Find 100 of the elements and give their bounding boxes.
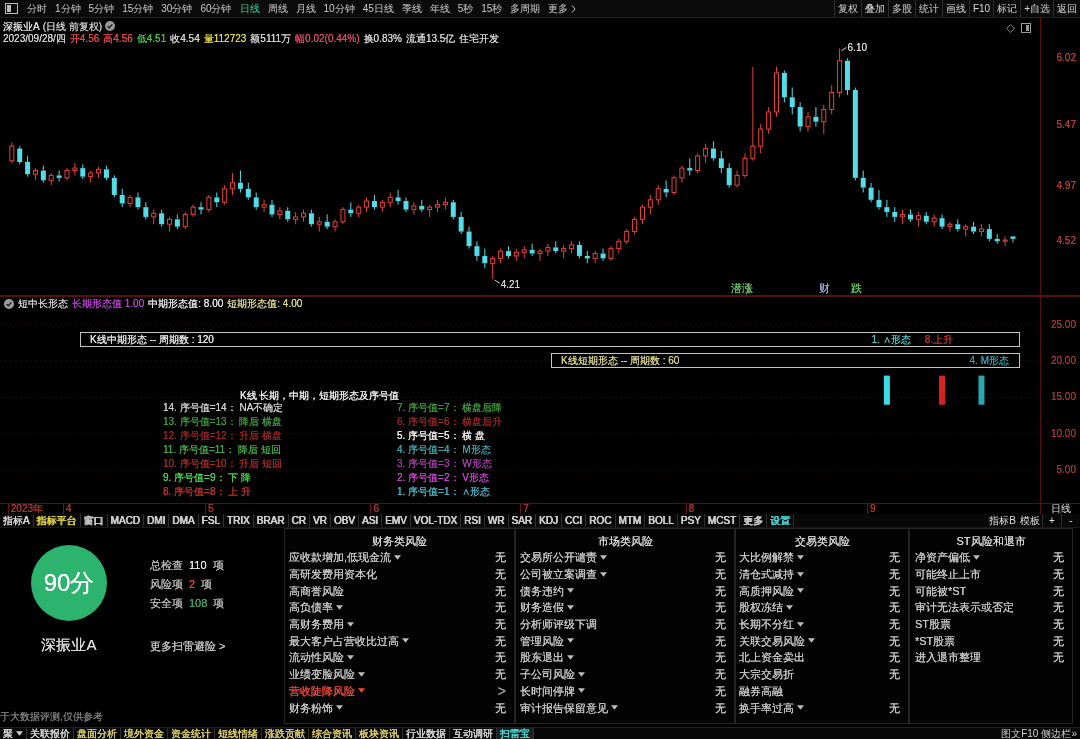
- side-link[interactable]: 侧边栏»: [1041, 728, 1077, 739]
- candlestick: [490, 255, 496, 280]
- bottom-tab[interactable]: 境外资金: [121, 728, 168, 739]
- period-tab[interactable]: 5分钟: [88, 3, 115, 14]
- period-tab[interactable]: 季线: [401, 3, 422, 14]
- risk-item[interactable]: 股权冻结: [739, 600, 783, 615]
- period-tab[interactable]: 多周期: [510, 3, 541, 14]
- check-circle-icon[interactable]: [4, 298, 14, 309]
- risk-item[interactable]: ST股票: [915, 617, 952, 632]
- candlestick: [269, 199, 275, 218]
- period-tab[interactable]: 10分钟: [323, 3, 355, 14]
- risk-item[interactable]: 可能终止上市: [915, 567, 981, 582]
- period-tab[interactable]: 30分钟: [161, 3, 193, 14]
- bottom-tab[interactable]: 综合资讯: [309, 728, 356, 739]
- risk-item[interactable]: 股东退出: [520, 650, 564, 665]
- period-tab[interactable]: 月线: [295, 3, 316, 14]
- axis-label: 10.00: [1050, 427, 1076, 440]
- risk-item[interactable]: 大比例解禁: [739, 550, 794, 565]
- panel-icon[interactable]: [1021, 23, 1031, 33]
- toolbar-button[interactable]: 画线: [941, 0, 969, 17]
- side-link[interactable]: 图文F10: [1001, 728, 1039, 739]
- bottom-tab[interactable]: 板块资讯: [356, 728, 403, 739]
- risk-item[interactable]: 审计报告保留意见: [520, 700, 608, 715]
- period-tab[interactable]: 15秒: [481, 3, 503, 14]
- risk-item[interactable]: *ST股票: [915, 633, 956, 648]
- risk-item[interactable]: 融券高融: [739, 683, 783, 698]
- bottom-tab[interactable]: 盘面分析: [74, 728, 121, 739]
- bottom-tab[interactable]: 涨跌贡献: [262, 728, 309, 739]
- toolbar-button[interactable]: 返回: [1053, 0, 1080, 17]
- risk-item[interactable]: 财务粉饰: [289, 700, 333, 715]
- period-tab[interactable]: 日线: [239, 3, 260, 14]
- legend-entry: 5. 序号值=5： 横 盘: [397, 429, 486, 443]
- window-icon[interactable]: [5, 3, 18, 14]
- event-tag[interactable]: 跌: [851, 282, 862, 294]
- diamond-icon[interactable]: [1006, 23, 1015, 33]
- risk-item[interactable]: 北上资金卖出: [739, 650, 805, 665]
- risk-item[interactable]: 关联交易风险: [739, 633, 805, 648]
- risk-item[interactable]: 进入退市整理: [915, 650, 981, 665]
- risk-result: 无: [1053, 633, 1064, 648]
- risk-item[interactable]: 长时间停牌: [520, 683, 575, 698]
- risk-item[interactable]: 高负债率: [289, 600, 333, 615]
- risk-item[interactable]: 审计无法表示或否定: [915, 600, 1014, 615]
- period-tab[interactable]: 60分钟: [200, 3, 232, 14]
- risk-item[interactable]: 最大客户占营收比过高: [289, 633, 399, 648]
- period-tab[interactable]: 15分钟: [122, 3, 154, 14]
- period-tab[interactable]: 周线: [267, 3, 288, 14]
- risk-item[interactable]: 换手率过高: [739, 700, 794, 715]
- bottom-tab[interactable]: 扫雷宝: [497, 728, 534, 739]
- bottom-tab[interactable]: 行业数据: [403, 728, 450, 739]
- period-tab[interactable]: 年线: [429, 3, 450, 14]
- risk-item[interactable]: 高质押风险: [739, 583, 794, 598]
- candlestick: [994, 233, 1000, 245]
- candlestick: [695, 152, 701, 174]
- risk-item[interactable]: 可能被*ST: [915, 583, 967, 598]
- risk-item[interactable]: 业绩变脸风险: [289, 667, 355, 682]
- risk-item[interactable]: 高商誉风险: [289, 583, 344, 598]
- risk-item[interactable]: 分析师评级下调: [520, 617, 597, 632]
- risk-result: 无: [889, 583, 900, 598]
- more-link[interactable]: 更多扫雷避险 >: [150, 639, 226, 653]
- risk-item[interactable]: 财务造假: [520, 600, 564, 615]
- risk-item[interactable]: 高研发费用资本化: [289, 567, 377, 582]
- risk-item[interactable]: 清仓式减持: [739, 567, 794, 582]
- event-tag[interactable]: 财: [819, 282, 830, 294]
- bottom-tab[interactable]: 短线情绪: [215, 728, 262, 739]
- bottom-tab[interactable]: 关联报价: [27, 728, 74, 739]
- risk-item[interactable]: 债务违约: [520, 583, 564, 598]
- indicator-tab[interactable]: 指标B: [987, 514, 1018, 527]
- risk-item[interactable]: 高财务费用: [289, 617, 344, 632]
- toolbar-button[interactable]: 叠加: [860, 0, 888, 17]
- risk-item[interactable]: 公司被立案调查: [520, 567, 597, 582]
- toolbar-button[interactable]: +自选: [1020, 0, 1053, 17]
- indicator-tab[interactable]: 模板: [1018, 514, 1042, 527]
- bottom-tab[interactable]: 资金统计: [168, 728, 215, 739]
- toolbar-button[interactable]: F10: [968, 0, 994, 17]
- risk-item[interactable]: 大宗交易折: [739, 667, 794, 682]
- candlestick: [135, 192, 141, 211]
- bottom-tab[interactable]: 聚: [0, 728, 27, 739]
- stat-value: 108: [189, 596, 208, 612]
- toolbar-button[interactable]: 复权: [833, 0, 861, 17]
- period-tab[interactable]: 5秒: [457, 3, 474, 14]
- check-circle-icon[interactable]: [105, 21, 116, 31]
- indicator-reading: 长期形态值 1.00: [72, 298, 145, 309]
- toolbar-button[interactable]: 标记: [993, 0, 1021, 17]
- risk-item[interactable]: 应收款增加,低现金流: [289, 550, 392, 565]
- more-button[interactable]: 更多: [548, 3, 577, 14]
- risk-item[interactable]: 长期不分红: [739, 617, 794, 632]
- period-tab[interactable]: 1分钟: [55, 3, 81, 14]
- risk-item[interactable]: 流动性风险: [289, 650, 344, 665]
- candlestick: [419, 199, 425, 213]
- risk-item[interactable]: 净资产偏低: [915, 550, 970, 565]
- risk-item[interactable]: 营收陡降风险: [289, 683, 355, 698]
- risk-item[interactable]: 交易所公开谴责: [520, 550, 597, 565]
- toolbar-button[interactable]: 统计: [914, 0, 942, 17]
- toolbar-button[interactable]: 多股: [887, 0, 915, 17]
- candlestick: [387, 192, 393, 208]
- risk-item[interactable]: 子公司风险: [520, 667, 575, 682]
- period-tab[interactable]: 分时: [27, 3, 47, 14]
- event-tag[interactable]: 潜涨: [731, 282, 753, 294]
- period-tab[interactable]: 45日线: [362, 3, 394, 14]
- risk-item[interactable]: 管理风险: [520, 633, 564, 648]
